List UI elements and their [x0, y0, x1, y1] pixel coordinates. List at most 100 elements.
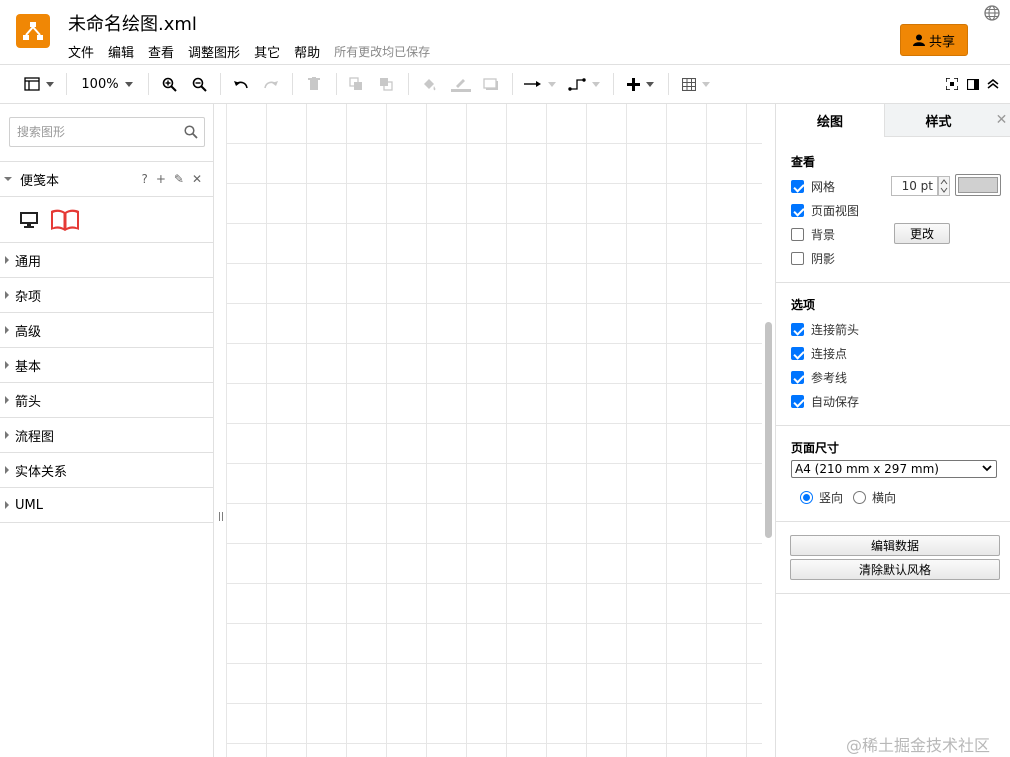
menu-view[interactable]: 查看 [148, 42, 174, 61]
chevron-down-icon [702, 81, 710, 87]
delete-button[interactable] [303, 65, 325, 103]
table-dropdown[interactable] [678, 65, 714, 103]
palette-misc[interactable]: 杂项 [0, 278, 214, 313]
insert-dropdown[interactable] [622, 65, 658, 103]
guides-option[interactable]: 参考线 [791, 369, 847, 386]
connection-arrows-option[interactable]: 连接箭头 [791, 321, 859, 338]
header: 未命名绘图.xml 文件 编辑 查看 调整图形 其它 帮助 所有更改均已保存 共… [0, 0, 1010, 64]
collapse-toolbar-button[interactable] [984, 65, 1002, 103]
chevron-down-icon [548, 81, 556, 87]
portrait-label: 竖向 [819, 491, 844, 505]
landscape-radio[interactable] [853, 491, 866, 504]
zoom-dropdown[interactable]: 100% [78, 65, 136, 103]
format-panel-icon [24, 77, 40, 91]
diagram-canvas[interactable] [227, 104, 762, 757]
palette-arrows[interactable]: 箭头 [0, 383, 214, 418]
to-back-button[interactable] [375, 65, 397, 103]
connection-points-option[interactable]: 连接点 [791, 345, 847, 362]
landscape-option[interactable]: 横向 [853, 489, 896, 506]
expand-triangle-icon [5, 396, 9, 404]
close-icon[interactable]: ✕ [992, 104, 1010, 137]
background-option[interactable]: 背景 [791, 226, 835, 243]
document-title[interactable]: 未命名绘图.xml [68, 10, 197, 36]
guides-checkbox[interactable] [791, 371, 804, 384]
scratchpad-help-button[interactable]: ? [141, 172, 147, 186]
palette-basic[interactable]: 基本 [0, 348, 214, 383]
language-globe-icon[interactable] [984, 5, 1000, 21]
shadow-icon [483, 77, 498, 90]
format-panel-toggle[interactable] [22, 65, 56, 103]
redo-button[interactable] [260, 65, 282, 103]
scratchpad-content [0, 197, 214, 243]
waypoints-dropdown[interactable] [566, 65, 602, 103]
connection-arrows-checkbox[interactable] [791, 323, 804, 336]
menu-edit[interactable]: 编辑 [108, 42, 134, 61]
menu-help[interactable]: 帮助 [294, 42, 320, 61]
tab-diagram[interactable]: 绘图 [776, 104, 884, 137]
zoom-in-button[interactable] [158, 65, 180, 103]
palette-general[interactable]: 通用 [0, 243, 214, 278]
search-icon[interactable] [184, 125, 198, 139]
portrait-option[interactable]: 竖向 [800, 489, 843, 506]
page-view-option[interactable]: 页面视图 [791, 202, 859, 219]
clear-default-style-button[interactable]: 清除默认风格 [790, 559, 1000, 580]
zoom-out-button[interactable] [188, 65, 210, 103]
table-icon [682, 77, 696, 91]
chevron-down-icon [124, 81, 133, 87]
menu-arrange[interactable]: 调整图形 [188, 42, 240, 61]
grid-option[interactable]: 网格 [791, 178, 835, 195]
book-icon[interactable] [50, 208, 80, 232]
scratchpad-edit-button[interactable]: ✎ [174, 172, 184, 186]
autosave-checkbox[interactable] [791, 395, 804, 408]
scratchpad-close-button[interactable]: ✕ [192, 172, 202, 186]
toggle-format-panel-button[interactable] [963, 65, 983, 103]
shadow-button[interactable] [480, 65, 502, 103]
fullscreen-button[interactable] [942, 65, 962, 103]
menu-file[interactable]: 文件 [68, 42, 94, 61]
canvas-scrollbar[interactable] [765, 322, 772, 538]
grid-size-input[interactable]: 10 pt [891, 176, 938, 196]
undo-button[interactable] [230, 65, 252, 103]
page-size-value: A4 (210 mm x 297 mm) [795, 462, 939, 476]
shadow-option[interactable]: 阴影 [791, 250, 835, 267]
portrait-radio[interactable] [800, 491, 813, 504]
page-size-select[interactable]: A4 (210 mm x 297 mm) [791, 460, 997, 478]
scratchpad-add-button[interactable]: + [156, 172, 166, 186]
grid-checkbox[interactable] [791, 180, 804, 193]
palette-flowchart[interactable]: 流程图 [0, 418, 214, 453]
scratchpad-header[interactable]: 便笺本 ? + ✎ ✕ [0, 161, 214, 197]
expand-triangle-icon [5, 466, 9, 474]
change-background-button[interactable]: 更改 [894, 223, 950, 244]
connection-points-checkbox[interactable] [791, 347, 804, 360]
zoom-out-icon [192, 77, 207, 92]
shadow-checkbox[interactable] [791, 252, 804, 265]
share-button[interactable]: 共享 [900, 24, 968, 56]
shadow-label: 阴影 [811, 252, 836, 266]
scratchpad-actions: ? + ✎ ✕ [141, 172, 202, 186]
palette-advanced[interactable]: 高级 [0, 313, 214, 348]
landscape-label: 横向 [872, 491, 897, 505]
grid-size-spinner[interactable] [938, 176, 950, 196]
palette-entity-relation[interactable]: 实体关系 [0, 453, 214, 488]
connection-style-dropdown[interactable] [522, 65, 558, 103]
expand-triangle-icon [5, 361, 9, 369]
edit-data-button[interactable]: 编辑数据 [790, 535, 1000, 556]
grid-color-swatch[interactable] [955, 174, 1001, 196]
to-front-button[interactable] [345, 65, 367, 103]
background-checkbox[interactable] [791, 228, 804, 241]
palette-uml[interactable]: UML [0, 488, 214, 523]
chevron-down-icon [982, 465, 992, 472]
sidebar-resize-handle[interactable]: || [218, 512, 224, 522]
page-view-checkbox[interactable] [791, 204, 804, 217]
shape-search-input[interactable] [10, 118, 170, 146]
tab-style[interactable]: 样式 [884, 104, 992, 137]
fill-color-button[interactable] [418, 65, 440, 103]
monitor-icon[interactable] [20, 211, 38, 228]
line-color-button[interactable] [448, 65, 474, 103]
options-section: 选项 连接箭头 连接点 参考线 自动保存 [776, 283, 1010, 426]
fullscreen-icon [946, 78, 958, 90]
palette-label: 基本 [15, 359, 42, 375]
autosave-option[interactable]: 自动保存 [791, 393, 859, 410]
toolbar-divider [336, 73, 337, 95]
menu-extras[interactable]: 其它 [254, 42, 280, 61]
